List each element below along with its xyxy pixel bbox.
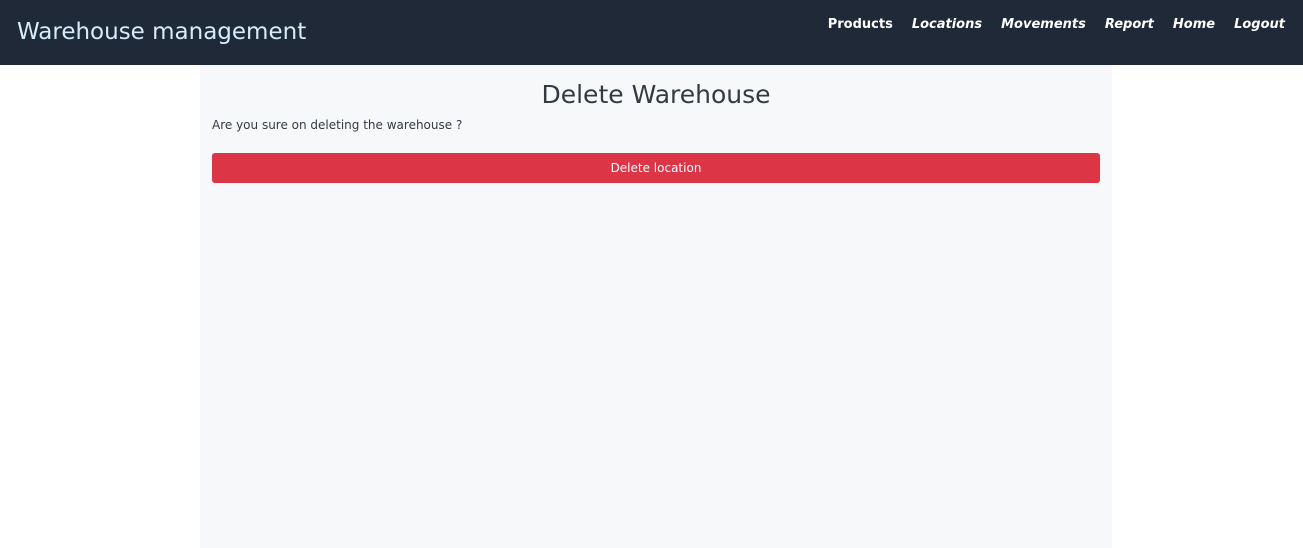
- main-panel: Delete Warehouse Are you sure on deletin…: [200, 65, 1112, 548]
- brand-link[interactable]: Warehouse management: [17, 16, 306, 48]
- page-title: Delete Warehouse: [541, 80, 771, 109]
- nav-link-logout[interactable]: Logout: [1234, 16, 1285, 34]
- nav-link-locations[interactable]: Locations: [912, 16, 982, 34]
- nav-link-report[interactable]: Report: [1105, 16, 1154, 34]
- nav-links: Products Locations Movements Report Home…: [809, 16, 1285, 34]
- nav-link-movements[interactable]: Movements: [1001, 16, 1086, 34]
- nav-link-products[interactable]: Products: [828, 16, 893, 34]
- confirm-text: Are you sure on deleting the warehouse ?: [212, 118, 463, 132]
- navbar: Warehouse management Products Locations …: [0, 0, 1303, 65]
- nav-link-home[interactable]: Home: [1173, 16, 1215, 34]
- delete-location-button[interactable]: Delete location: [212, 153, 1100, 183]
